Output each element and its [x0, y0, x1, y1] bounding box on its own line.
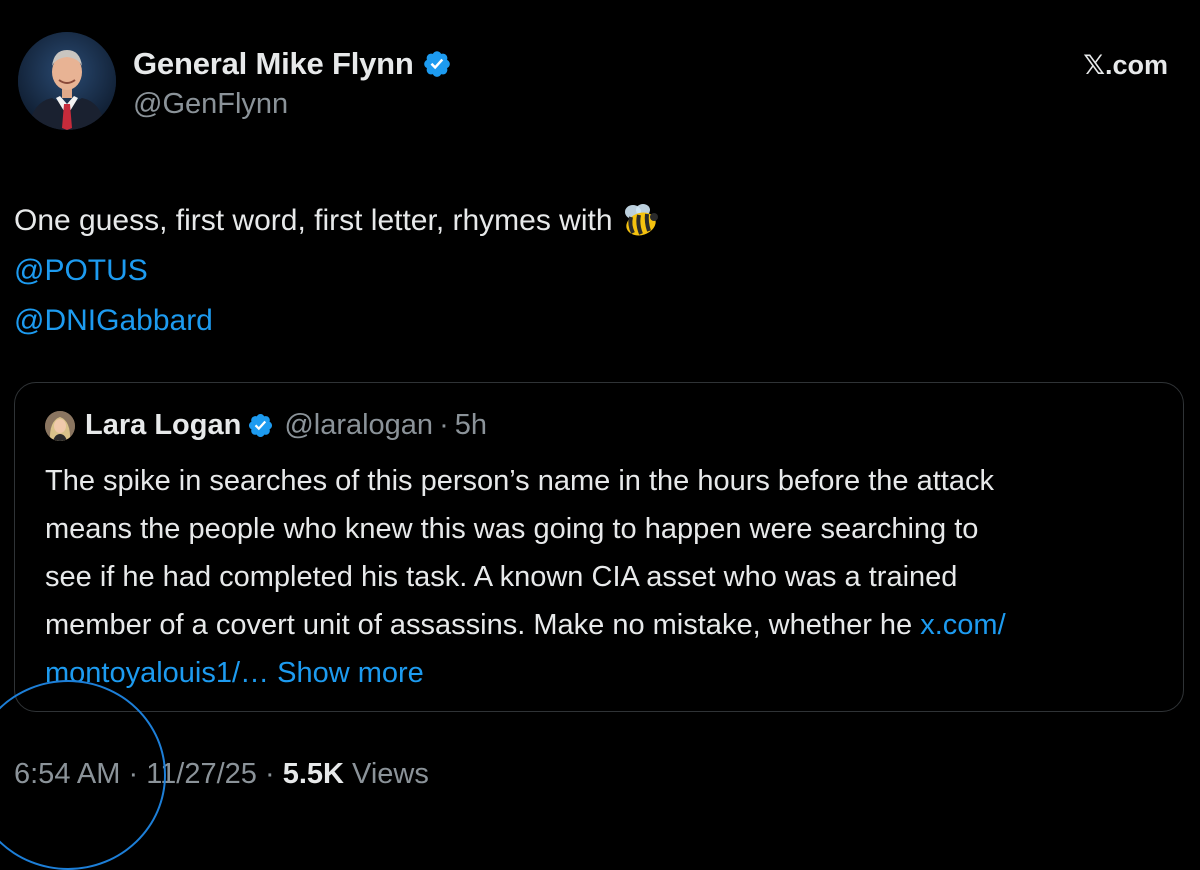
quoted-text-line: The spike in searches of this person’s n… [45, 465, 994, 497]
quoted-text-line: montoyalouis1/… Show more [45, 649, 1006, 697]
post-time[interactable]: 6:54 AM [14, 758, 120, 790]
meta-separator: · [120, 758, 147, 790]
quoted-author-handle[interactable]: @laralogan [284, 409, 433, 442]
display-name-row[interactable]: General Mike Flynn [133, 46, 452, 82]
author-display-name[interactable]: General Mike Flynn [133, 46, 414, 82]
mention-dnigabbard-link[interactable]: @DNIGabbard [14, 296, 659, 346]
quoted-time-separator: · [439, 409, 449, 441]
post-text-content: One guess, first word, first letter, rhy… [14, 204, 613, 237]
post-text: One guess, first word, first letter, rhy… [14, 196, 659, 346]
views-label: Views [343, 758, 429, 790]
quoted-url-link[interactable]: x.com/ [920, 609, 1005, 641]
x-brand-logo: 𝕏.com [1083, 50, 1168, 80]
quoted-text-line: member of a covert unit of assassins. Ma… [45, 601, 1006, 649]
quoted-author-avatar-image [45, 410, 75, 441]
post-header: General Mike Flynn @GenFlynn 𝕏.com [18, 32, 1178, 142]
author-handle[interactable]: @GenFlynn [133, 88, 452, 121]
post-metadata: 6:54 AM · 11/27/25 · 5.5K Views [14, 758, 429, 791]
mention-potus-link[interactable]: @POTUS [14, 246, 659, 296]
author-avatar-image [18, 32, 116, 130]
quoted-post-card[interactable]: Lara Logan @laralogan · 5h The spike in se… [14, 382, 1184, 712]
author-avatar[interactable] [18, 32, 116, 130]
show-more-link[interactable]: Show more [277, 657, 424, 689]
bee-emoji-icon [624, 204, 658, 236]
quoted-url-link-continued[interactable]: montoyalouis1/… [45, 657, 269, 689]
views-count: 5.5K [282, 758, 344, 790]
author-name-block: General Mike Flynn @GenFlynn [133, 46, 452, 121]
quoted-author-display-name[interactable]: Lara Logan [85, 409, 241, 442]
quoted-verified-badge-icon [249, 413, 273, 438]
post-date[interactable]: 11/27/25 [146, 758, 257, 790]
post-text-line: One guess, first word, first letter, rhy… [14, 196, 659, 246]
quoted-text-line: see if he had completed his task. A know… [45, 561, 958, 593]
meta-separator: · [256, 758, 283, 790]
quoted-post-time[interactable]: 5h [455, 409, 487, 442]
quoted-author-avatar[interactable] [45, 410, 75, 441]
quoted-post-header: Lara Logan @laralogan · 5h [45, 409, 487, 442]
quoted-text-line-content: member of a covert unit of assassins. Ma… [45, 609, 921, 641]
quoted-text-line: means the people who knew this was going… [45, 513, 979, 545]
verified-badge-icon [423, 51, 450, 77]
quoted-post-text: The spike in searches of this person’s n… [45, 457, 1006, 697]
